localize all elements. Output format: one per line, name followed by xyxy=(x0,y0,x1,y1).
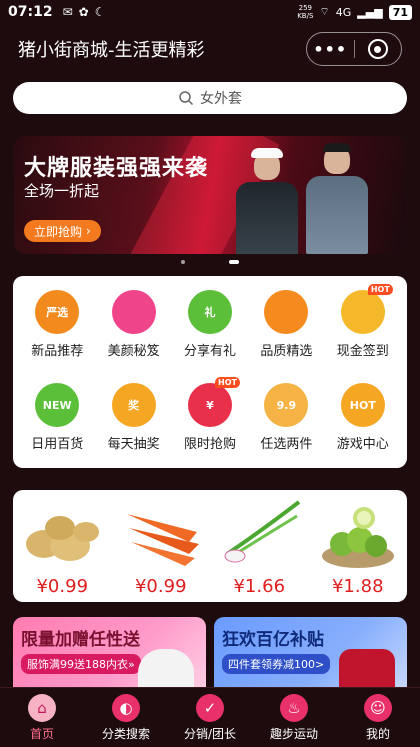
nav-bar: 猪小街商城-生活更精彩 ••• xyxy=(0,24,420,74)
more-icon: ••• xyxy=(313,39,348,59)
category-label: 限时抢购 xyxy=(183,437,236,452)
target-icon xyxy=(367,39,388,59)
banner-headline: 大牌服装强强来袭 xyxy=(24,156,209,181)
potato-image xyxy=(20,494,104,574)
tab-label: 分销/团长 xyxy=(183,726,237,741)
product-strip: ¥0.99 ¥0.99 ¥1.66 ¥1.88 xyxy=(13,490,407,602)
category-label: 品质精选 xyxy=(260,344,313,359)
wifi-icon: ⌔ xyxy=(319,5,330,18)
promo-card-gift[interactable]: 限量加赠任性送 服饰满99送188内衣» xyxy=(13,617,206,691)
buy-now-button[interactable]: 立即抢购 › xyxy=(24,220,101,242)
tab-home[interactable]: ⌂ 首页 xyxy=(0,688,84,747)
category-label: 分享有礼 xyxy=(183,344,236,359)
hot-badge: HOT xyxy=(367,284,393,295)
carrot-image xyxy=(119,494,203,574)
category-item[interactable]: 美颜秘笈 xyxy=(95,290,171,375)
tab-calendar-check[interactable]: ✓ 分销/团长 xyxy=(168,688,252,747)
category-item[interactable]: 奖每天抽奖 xyxy=(95,383,171,468)
promo-banner[interactable]: 大牌服装强强来袭 全场一折起 立即抢购 › xyxy=(14,136,406,254)
chevron-right-icon: › xyxy=(86,224,91,238)
category-label: 日用百货 xyxy=(31,437,84,452)
category-item[interactable]: ¥ HOT 限时抢购 xyxy=(172,377,248,468)
product-price: ¥0.99 xyxy=(134,576,187,597)
category-grid: 严选 新品推荐 美颜秘笈礼分享有礼 品质精选 HOT 现金签到 NEW 日用百货奖每天抽奖 ¥ H… xyxy=(13,276,407,468)
game-icon: HOT xyxy=(340,383,385,427)
page-title: 猪小街商城-生活更精彩 xyxy=(18,40,205,61)
status-time: 07:12 xyxy=(8,4,53,20)
category-label: 新品推荐 xyxy=(31,344,84,359)
flame-icon: ♨ xyxy=(280,693,308,722)
category-item[interactable]: 礼分享有礼 xyxy=(172,290,248,375)
more-button[interactable]: ••• xyxy=(307,40,354,59)
promo-cards: 限量加赠任性送 服饰满99送188内衣» 狂欢百亿补贴 四件套领券减100> xyxy=(13,617,407,691)
shopping-bag-icon xyxy=(264,290,309,334)
calendar-check-icon: ✓ xyxy=(196,693,224,722)
promo-tag: 服饰满99送188内衣» xyxy=(21,654,141,674)
product-price: ¥0.99 xyxy=(36,576,89,597)
product-card[interactable]: ¥0.99 xyxy=(112,494,211,602)
hot-badge: HOT xyxy=(215,377,240,388)
category-label: 美颜秘笈 xyxy=(107,344,160,359)
flash-sale-icon: ¥ HOT xyxy=(187,377,240,427)
lottery-icon: 奖 xyxy=(111,383,156,427)
close-mini-program-button[interactable] xyxy=(355,39,402,59)
gift-icon: 礼 xyxy=(187,290,232,334)
search-bar[interactable]: 女外套 xyxy=(13,82,407,114)
product-price: ¥1.66 xyxy=(233,576,286,597)
product-card[interactable]: ¥0.99 xyxy=(13,494,112,602)
jacket-image xyxy=(138,649,194,691)
tab-compass[interactable]: ◐ 分类搜索 xyxy=(84,688,168,747)
category-label: 现金签到 xyxy=(336,344,389,359)
lime-image xyxy=(316,494,400,574)
search-icon xyxy=(179,91,194,106)
banner-models-image xyxy=(226,143,376,254)
search-placeholder: 女外套 xyxy=(200,91,242,107)
category-item[interactable]: HOT 现金签到 xyxy=(325,284,401,375)
tab-flame[interactable]: ♨ 趣步运动 xyxy=(252,688,336,747)
product-price: ¥1.88 xyxy=(331,576,384,597)
tab-label: 我的 xyxy=(365,726,390,741)
category-label: 任选两件 xyxy=(260,437,313,452)
tab-user[interactable]: ☺ 我的 xyxy=(336,688,420,747)
mini-program-capsule: ••• xyxy=(306,32,402,66)
promo-tag: 四件套领券减100> xyxy=(222,654,331,674)
product-card[interactable]: ¥1.88 xyxy=(309,494,408,602)
banner-indicator xyxy=(0,258,420,266)
category-item[interactable]: NEW 日用百货 xyxy=(19,383,95,468)
compass-icon: ◐ xyxy=(112,693,140,722)
category-item[interactable]: 品质精选 xyxy=(248,290,324,375)
box-icon: 9.9 xyxy=(264,383,309,427)
promo-title: 限量加赠任性送 xyxy=(21,630,140,650)
crown-icon: HOT xyxy=(340,284,393,334)
tab-label: 分类搜索 xyxy=(101,726,150,741)
product-card[interactable]: ¥1.66 xyxy=(210,494,309,602)
new-badge-icon: NEW xyxy=(35,383,80,427)
battery-icon: 71 xyxy=(388,4,412,20)
message-icon: ✉ xyxy=(62,5,73,19)
speaker-image xyxy=(339,649,395,691)
new-arrival-icon: 严选 xyxy=(35,290,80,334)
tab-label: 趣步运动 xyxy=(269,726,318,741)
paw-icon: ✿ xyxy=(78,5,89,19)
status-bar: 07:12 ✉ ✿ ☾ 259 KB/S ⌔ 4G ▂▄▆ 71 xyxy=(0,0,420,24)
signal-icon: ▂▄▆ xyxy=(357,5,383,19)
tab-label: 首页 xyxy=(29,726,54,741)
banner-subline: 全场一折起 xyxy=(24,182,100,200)
category-label: 游戏中心 xyxy=(336,437,389,452)
category-item[interactable]: 9.9 任选两件 xyxy=(248,383,324,468)
promo-card-subsidy[interactable]: 狂欢百亿补贴 四件套领券减100> xyxy=(214,617,407,691)
promo-title: 狂欢百亿补贴 xyxy=(222,630,324,650)
network-type: 4G xyxy=(335,5,352,19)
tab-bar: ⌂ 首页 ◐ 分类搜索 ✓ 分销/团长 ♨ 趣步运动 ☺ 我的 xyxy=(0,687,420,747)
category-label: 每天抽奖 xyxy=(107,437,160,452)
category-item[interactable]: HOT 游戏中心 xyxy=(325,383,401,468)
green-onion-image xyxy=(217,494,301,574)
user-icon: ☺ xyxy=(364,693,392,722)
network-speed: 259 KB/S xyxy=(297,4,314,20)
beauty-icon xyxy=(111,290,156,334)
home-icon: ⌂ xyxy=(28,693,56,722)
moon-icon: ☾ xyxy=(94,5,106,19)
category-item[interactable]: 严选 新品推荐 xyxy=(19,290,95,375)
